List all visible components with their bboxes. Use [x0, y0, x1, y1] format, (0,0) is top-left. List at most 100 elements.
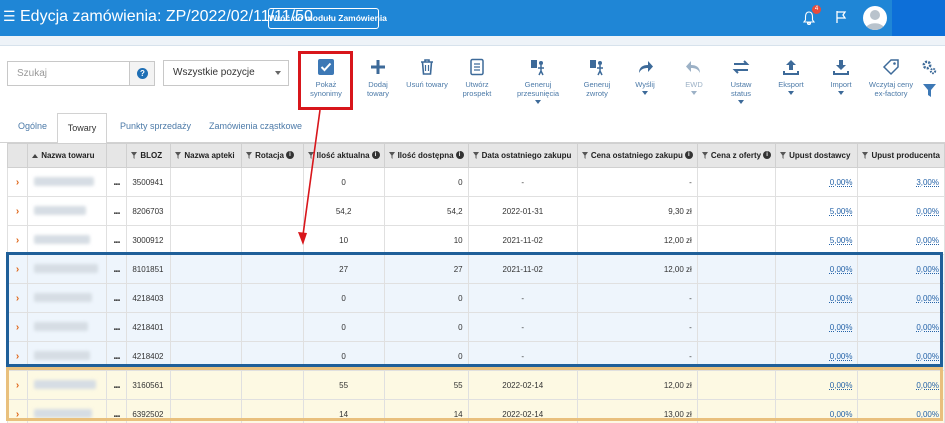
redacted-text [34, 205, 87, 215]
column-header-pharmacy-name[interactable]: Nazwa apteki [170, 143, 243, 168]
row-actions-button[interactable]: ... [105, 254, 128, 284]
sort-icon [780, 152, 787, 160]
table-row[interactable]: ›... 8206703 54,2 54,2 2022-01-31 9,30 zł 5,00… [6, 196, 945, 226]
supplier-discount-link[interactable]: 5,00% [775, 225, 859, 255]
import-button[interactable]: Import [826, 58, 856, 95]
column-header-available-qty[interactable]: Ilość dostępna i [383, 143, 469, 168]
column-header-last-purchase-date[interactable]: Data ostatniego zakupu [467, 143, 578, 168]
tab-products[interactable]: Towary [57, 113, 107, 143]
table-row[interactable]: ›... 8101851 27 27 2021-11-02 12,00 zł 0,00% 0,… [6, 254, 945, 284]
row-actions-button[interactable]: ... [105, 370, 128, 400]
expand-chevron-icon[interactable]: › [6, 399, 29, 423]
expand-chevron-icon[interactable]: › [6, 254, 29, 284]
expand-chevron-icon[interactable]: › [6, 196, 29, 226]
last-purchase-price-cell: - [576, 312, 698, 342]
expand-chevron-icon[interactable]: › [6, 312, 29, 342]
row-actions-button[interactable]: ... [105, 167, 128, 197]
pharmacy-cell [170, 254, 243, 284]
info-icon[interactable]: i [684, 151, 693, 159]
last-purchase-price-cell: 13,00 zł [576, 399, 698, 423]
expand-chevron-icon[interactable]: › [6, 341, 29, 371]
row-actions-button[interactable]: ... [105, 341, 128, 371]
send-button[interactable]: Wyślij [630, 58, 660, 95]
tab-partial-orders[interactable]: Zamówienia cząstkowe [209, 121, 302, 131]
row-actions-button[interactable]: ... [105, 225, 128, 255]
table-row[interactable]: ›... 6392502 14 14 2022-02-14 13,00 zł 0,00% 0,… [6, 399, 945, 423]
column-header-bloz[interactable]: BLOZ [126, 143, 172, 168]
column-header-last-purchase-price[interactable]: Cena ostatniego zakupu i [576, 143, 698, 168]
info-icon[interactable]: i [285, 151, 294, 159]
supplier-discount-link[interactable]: 0,00% [775, 370, 859, 400]
last-purchase-price-cell: - [576, 283, 698, 313]
positions-select[interactable]: Wszystkie pozycje [163, 60, 289, 86]
supplier-discount-link[interactable]: 0,00% [775, 254, 859, 284]
account-menu[interactable] [892, 0, 945, 36]
producer-discount-link[interactable]: 0,00% [857, 370, 945, 400]
filter-icon[interactable] [923, 84, 936, 98]
rotation-cell [241, 341, 304, 371]
back-to-orders-button[interactable]: Wróć do modułu Zamówienia [268, 8, 387, 29]
table-row[interactable]: ›... 4218403 0 0- -0,00% 0,00% [6, 283, 945, 313]
supplier-discount-link[interactable]: 0,00% [775, 312, 859, 342]
hamburger-menu-icon[interactable]: ☰ [3, 8, 16, 25]
producer-discount-link[interactable]: 0,00% [857, 283, 945, 313]
producer-discount-link[interactable]: 0,00% [857, 254, 945, 284]
row-actions-button[interactable]: ... [105, 312, 128, 342]
info-icon[interactable]: i [455, 151, 464, 159]
avatar[interactable] [863, 6, 887, 30]
expand-chevron-icon[interactable]: › [6, 225, 29, 255]
pharmacy-cell [170, 225, 243, 255]
column-header-offer-price[interactable]: Cena z oferty i [696, 143, 777, 168]
current-qty-cell: 14 [302, 399, 385, 423]
tab-general[interactable]: Ogólne [18, 121, 47, 131]
expand-chevron-icon[interactable]: › [6, 283, 29, 313]
column-header-supplier-discount[interactable]: Upust dostawcy [775, 143, 859, 168]
producer-discount-link[interactable]: 0,00% [857, 341, 945, 371]
set-status-button[interactable]: Ustaw status [725, 58, 757, 104]
last-purchase-price-cell: - [576, 341, 698, 371]
generate-transfers-button[interactable]: Generuj przesunięcia [512, 58, 564, 104]
help-button[interactable]: ? [129, 61, 155, 86]
supplier-discount-link[interactable]: 0,00% [775, 341, 859, 371]
plus-icon [371, 60, 385, 74]
expand-chevron-icon[interactable]: › [6, 167, 29, 197]
tab-points-of-sale[interactable]: Punkty sprzedaży [120, 121, 191, 131]
producer-discount-link[interactable]: 0,00% [857, 225, 945, 255]
table-row[interactable]: ›... 3160561 55 55 2022-02-14 12,00 zł 0,00% 0,… [6, 370, 945, 400]
remove-products-button[interactable]: Usuń towary [404, 58, 450, 89]
supplier-discount-link[interactable]: 0,00% [775, 283, 859, 313]
producer-discount-link[interactable]: 0,00% [857, 196, 945, 226]
column-header-current-qty[interactable]: Ilość aktualna i [302, 143, 385, 168]
rotation-cell [241, 167, 304, 197]
producer-discount-link[interactable]: 0,00% [857, 399, 945, 423]
producer-discount-link[interactable]: 3,00% [857, 167, 945, 197]
table-row[interactable]: ›... 3500941 0 0- -0,00% 3,00% [6, 167, 945, 197]
row-actions-button[interactable]: ... [105, 196, 128, 226]
offer-price-cell [696, 254, 777, 284]
table-row[interactable]: ›... 3000912 10 10 2021-11-02 12,00 zł 5,00% 0,… [6, 225, 945, 255]
supplier-discount-link[interactable]: 0,00% [775, 399, 859, 423]
supplier-discount-link[interactable]: 0,00% [775, 167, 859, 197]
expand-chevron-icon[interactable]: › [6, 370, 29, 400]
flag-icon[interactable] [835, 10, 847, 24]
table-row[interactable]: ›... 4218402 0 0- -0,00% 0,00% [6, 341, 945, 371]
producer-discount-link[interactable]: 0,00% [857, 312, 945, 342]
row-actions-button[interactable]: ... [105, 399, 128, 423]
generate-returns-button[interactable]: Generuj zwroty [578, 58, 616, 98]
search-input[interactable]: Szukaj [7, 61, 129, 86]
row-actions-button[interactable]: ... [105, 283, 128, 313]
supplier-discount-link[interactable]: 5,00% [775, 196, 859, 226]
export-button[interactable]: Eksport [775, 58, 807, 95]
create-prospect-button[interactable]: Utwórz prospekt [458, 58, 496, 98]
add-products-button[interactable]: Dodaj towary [360, 58, 396, 98]
column-header-product-name[interactable]: Nazwa towaru [27, 143, 107, 168]
info-icon[interactable]: i [763, 151, 772, 159]
gear-icon[interactable] [921, 59, 937, 75]
table-row[interactable]: ›... 4218401 0 0- -0,00% 0,00% [6, 312, 945, 342]
info-icon[interactable]: i [371, 151, 380, 159]
ewd-button[interactable]: EWD [679, 58, 709, 95]
load-ex-factory-prices-button[interactable]: Wczytaj ceny ex-factory [866, 58, 916, 98]
column-header-producer-discount[interactable]: Upust producenta [857, 143, 945, 168]
product-name-cell [27, 370, 107, 400]
column-header-rotation[interactable]: Rotacja i [241, 143, 304, 168]
